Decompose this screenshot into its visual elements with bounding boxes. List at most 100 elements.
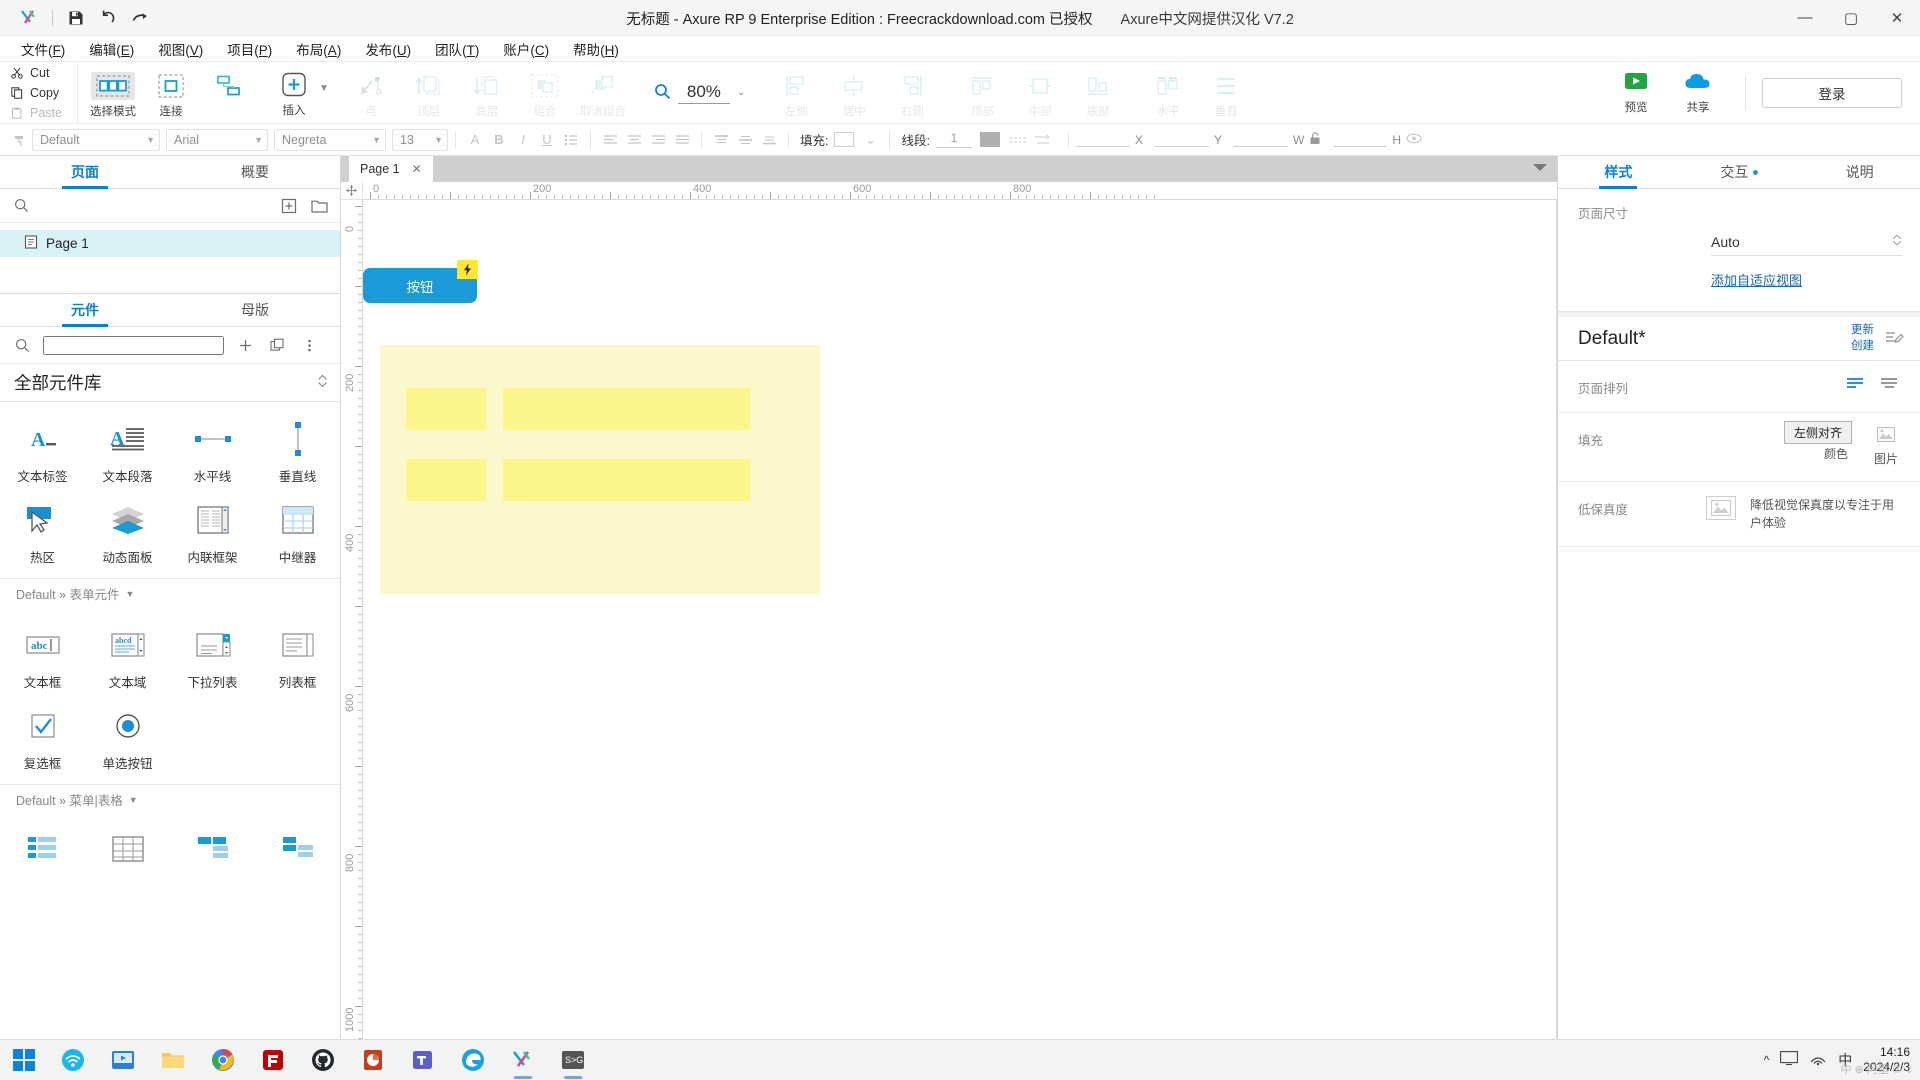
menu-help[interactable]: 帮助(H) [562, 36, 630, 62]
widget-repeater[interactable]: 中继器 [255, 493, 340, 574]
italic-button[interactable]: I [511, 128, 535, 152]
eye-icon[interactable] [1406, 132, 1422, 147]
menu-layout[interactable]: 布局(A) [285, 36, 352, 62]
table-cell[interactable] [406, 459, 486, 501]
h-field[interactable]: H [1333, 132, 1422, 147]
lightning-bolt-icon[interactable] [457, 260, 478, 279]
page-list-item[interactable]: Page 1 [0, 230, 340, 257]
display-icon[interactable] [1780, 1051, 1799, 1069]
selection-mode-button[interactable]: 选择模式 [85, 68, 141, 119]
vertical-ruler[interactable]: 0 200 400 600 800 1000 [341, 200, 363, 1039]
ruler-origin-button[interactable] [341, 182, 363, 200]
widget-text-paragraph[interactable]: A 文本段落 [85, 412, 170, 493]
edge-legacy-icon[interactable] [448, 1040, 498, 1080]
align-left-button[interactable]: 左侧 [768, 68, 824, 119]
canvas-tab-overflow-caret[interactable] [1533, 164, 1547, 171]
horizontal-ruler[interactable]: 0 200 400 600 800 [363, 182, 1557, 200]
bold-button[interactable]: B [487, 128, 511, 152]
widget-dropdown[interactable]: 下拉列表 [170, 618, 255, 699]
network-icon[interactable] [1809, 1051, 1827, 1069]
align-right-button[interactable]: 右侧 [884, 68, 940, 119]
menu-file[interactable]: 文件(F) [10, 36, 76, 62]
font-size-select[interactable]: 13 ▼ [392, 128, 448, 151]
widget-vertical-line[interactable]: 垂直线 [255, 412, 340, 493]
add-adaptive-view-link[interactable]: 添加自适应视图 [1711, 270, 1802, 289]
tab-pages[interactable]: 页面 [0, 156, 170, 188]
chrome-icon[interactable] [198, 1040, 248, 1080]
zoom-value[interactable]: 80% [677, 82, 730, 104]
line-style-icon[interactable] [1006, 128, 1030, 152]
fill-color-swatch[interactable] [834, 132, 855, 147]
paste-button[interactable]: Paste [10, 103, 77, 122]
maximize-button[interactable]: ▢ [1828, 0, 1874, 36]
style-select[interactable]: Default ▼ [32, 128, 160, 151]
close-button[interactable]: ✕ [1874, 0, 1920, 36]
valign-top-icon[interactable] [709, 128, 733, 152]
library-selector[interactable]: 全部元件库 [0, 364, 340, 402]
more-options-icon[interactable] [298, 334, 320, 356]
widget-group-header-menu[interactable]: Default » 菜单|表格 ▼ [0, 784, 340, 814]
undo-icon[interactable] [93, 5, 123, 31]
table-cell[interactable] [406, 388, 486, 430]
snipping-tool-icon[interactable]: S>G [548, 1040, 598, 1080]
canvas-tab-page1[interactable]: Page 1 ✕ [349, 156, 433, 182]
widget-inline-frame[interactable]: 内联框架 [170, 493, 255, 574]
zoom-dropdown-caret[interactable]: ⌄ [737, 87, 745, 98]
windows-start-icon[interactable] [0, 1040, 48, 1080]
design-canvas[interactable]: 按钮 [363, 200, 1557, 1039]
menu-team[interactable]: 团队(T) [424, 36, 490, 62]
fill-dropdown-icon[interactable]: ⌄ [858, 128, 882, 152]
widget-tree-menu[interactable] [0, 822, 85, 875]
widget-dynamic-panel[interactable]: 动态面板 [85, 493, 170, 574]
font-color-icon[interactable]: A [463, 128, 487, 152]
axure-icon[interactable] [498, 1040, 548, 1080]
connector-tool-button[interactable] [201, 68, 257, 100]
align-center-icon[interactable] [622, 128, 646, 152]
underline-button[interactable]: U [535, 128, 559, 152]
tab-widgets[interactable]: 元件 [0, 294, 170, 326]
valign-middle-icon[interactable] [733, 128, 757, 152]
point-button[interactable]: 点 [343, 68, 399, 119]
preview-button[interactable]: 预览 [1605, 70, 1667, 115]
table-cell[interactable] [503, 459, 750, 501]
widget-table[interactable] [85, 822, 170, 875]
widget-checkbox[interactable]: 复选框 [0, 699, 85, 780]
group-button[interactable]: 组合 [517, 68, 573, 119]
tab-interactions[interactable]: 交互 [1679, 156, 1800, 188]
font-weight-select[interactable]: Negreta ▼ [274, 128, 386, 151]
valign-bottom-icon[interactable] [757, 128, 781, 152]
page-size-select[interactable]: Auto [1711, 228, 1902, 256]
file-explorer-icon[interactable] [148, 1040, 198, 1080]
add-folder-icon[interactable] [308, 195, 330, 217]
duplicate-icon[interactable] [266, 334, 288, 356]
ungroup-button[interactable]: 取消组合 [575, 68, 631, 119]
widget-group-header-form[interactable]: Default » 表单元件 ▼ [0, 578, 340, 608]
tab-outline[interactable]: 概要 [170, 156, 340, 188]
distribute-horizontal-button[interactable]: 水平 [1140, 68, 1196, 119]
widget-horizontal-line[interactable]: 水平线 [170, 412, 255, 493]
menu-project[interactable]: 项目(P) [216, 36, 283, 62]
github-icon[interactable] [298, 1040, 348, 1080]
page-align-center-icon[interactable] [1878, 375, 1900, 393]
filezilla-icon[interactable] [248, 1040, 298, 1080]
redo-icon[interactable] [125, 5, 155, 31]
list-icon[interactable] [559, 128, 583, 152]
teams-icon[interactable] [398, 1040, 448, 1080]
tab-notes[interactable]: 说明 [1799, 156, 1920, 188]
menu-publish[interactable]: 发布(U) [354, 36, 422, 62]
connect-button[interactable]: 连接 [143, 68, 199, 119]
minimize-button[interactable]: — [1782, 0, 1828, 36]
add-page-icon[interactable] [278, 195, 300, 217]
cut-button[interactable]: Cut [10, 63, 77, 82]
widget-radio-button[interactable]: 单选按钮 [85, 699, 170, 780]
line-color-swatch[interactable] [979, 132, 1000, 147]
copy-button[interactable]: Copy [10, 83, 77, 102]
page-search-input[interactable] [40, 198, 270, 213]
font-select[interactable]: Arial ▼ [166, 128, 268, 151]
widget-textarea[interactable]: abcd 文本域 [85, 618, 170, 699]
login-button[interactable]: 登录 [1762, 77, 1902, 108]
wifi-settings-icon[interactable] [48, 1040, 98, 1080]
y-field[interactable]: Y [1154, 132, 1222, 147]
tab-masters[interactable]: 母版 [170, 294, 340, 326]
distribute-vertical-button[interactable]: 垂直 [1198, 68, 1254, 119]
